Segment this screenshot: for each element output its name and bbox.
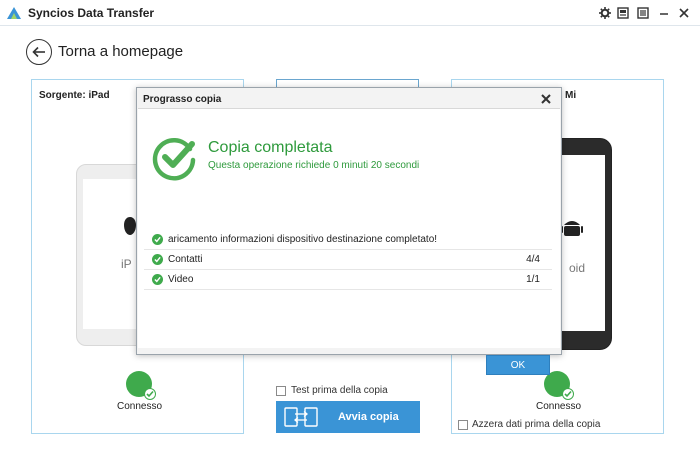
- app-title: Syncios Data Transfer: [28, 6, 155, 20]
- syncios-logo-icon: [7, 7, 21, 19]
- test-before-copy-label: Test prima della copia: [291, 385, 388, 396]
- target-status-label: Connesso: [536, 401, 582, 412]
- minimize-icon[interactable]: [656, 5, 672, 21]
- list-item-count: 4/4: [526, 254, 540, 265]
- check-icon: [144, 388, 156, 400]
- ipad-device-text: iP: [121, 257, 132, 271]
- check-icon: [152, 234, 163, 245]
- list-item-label: Video: [168, 274, 194, 285]
- list-item-label: Contatti: [168, 254, 203, 265]
- close-icon[interactable]: [676, 5, 692, 21]
- copy-progress-dialog: Prograsso copia Copia completata Questa …: [136, 87, 562, 375]
- ok-button[interactable]: OK: [486, 355, 550, 375]
- list-item-label: aricamento informazioni dispositivo dest…: [168, 234, 438, 245]
- source-status-label: Connesso: [117, 401, 163, 412]
- check-icon: [152, 274, 163, 285]
- source-panel-header: Sorgente: iPad: [39, 90, 110, 101]
- gear-icon[interactable]: [597, 5, 613, 21]
- close-icon[interactable]: [539, 92, 553, 106]
- start-copy-label: Avvia copia: [338, 411, 399, 423]
- check-icon: [562, 388, 574, 400]
- transfer-devices-icon: [284, 407, 318, 427]
- menu-icon[interactable]: [635, 5, 651, 21]
- clear-data-checkbox[interactable]: [458, 420, 468, 430]
- dialog-title: Prograsso copia: [143, 94, 222, 105]
- back-button[interactable]: [26, 39, 52, 65]
- feedback-icon[interactable]: [615, 5, 631, 21]
- title-bar: Syncios Data Transfer: [0, 0, 700, 26]
- clear-data-label: Azzera dati prima della copia: [472, 419, 601, 430]
- list-item: aricamento informazioni dispositivo dest…: [144, 230, 552, 250]
- apple-logo-icon: [124, 217, 136, 235]
- list-item: Contatti 4/4: [144, 250, 552, 270]
- start-copy-button[interactable]: Avvia copia: [276, 401, 420, 433]
- dialog-body: Copia completata Questa operazione richi…: [138, 108, 560, 348]
- arrow-left-icon: [32, 46, 45, 58]
- back-label[interactable]: Torna a homepage: [58, 43, 183, 60]
- list-item: Video 1/1: [144, 270, 552, 290]
- connected-device-icon: [126, 371, 156, 400]
- check-icon: [152, 254, 163, 265]
- success-check-icon: [152, 138, 196, 181]
- test-before-copy-checkbox[interactable]: [276, 386, 286, 396]
- target-panel-header: Mi: [565, 90, 577, 101]
- completion-heading: Copia completata: [208, 139, 333, 156]
- completion-subheading: Questa operazione richiede 0 minuti 20 s…: [208, 160, 420, 171]
- android-device-text: oid: [569, 261, 586, 275]
- android-logo-icon: [561, 221, 583, 236]
- list-item-count: 1/1: [526, 274, 540, 285]
